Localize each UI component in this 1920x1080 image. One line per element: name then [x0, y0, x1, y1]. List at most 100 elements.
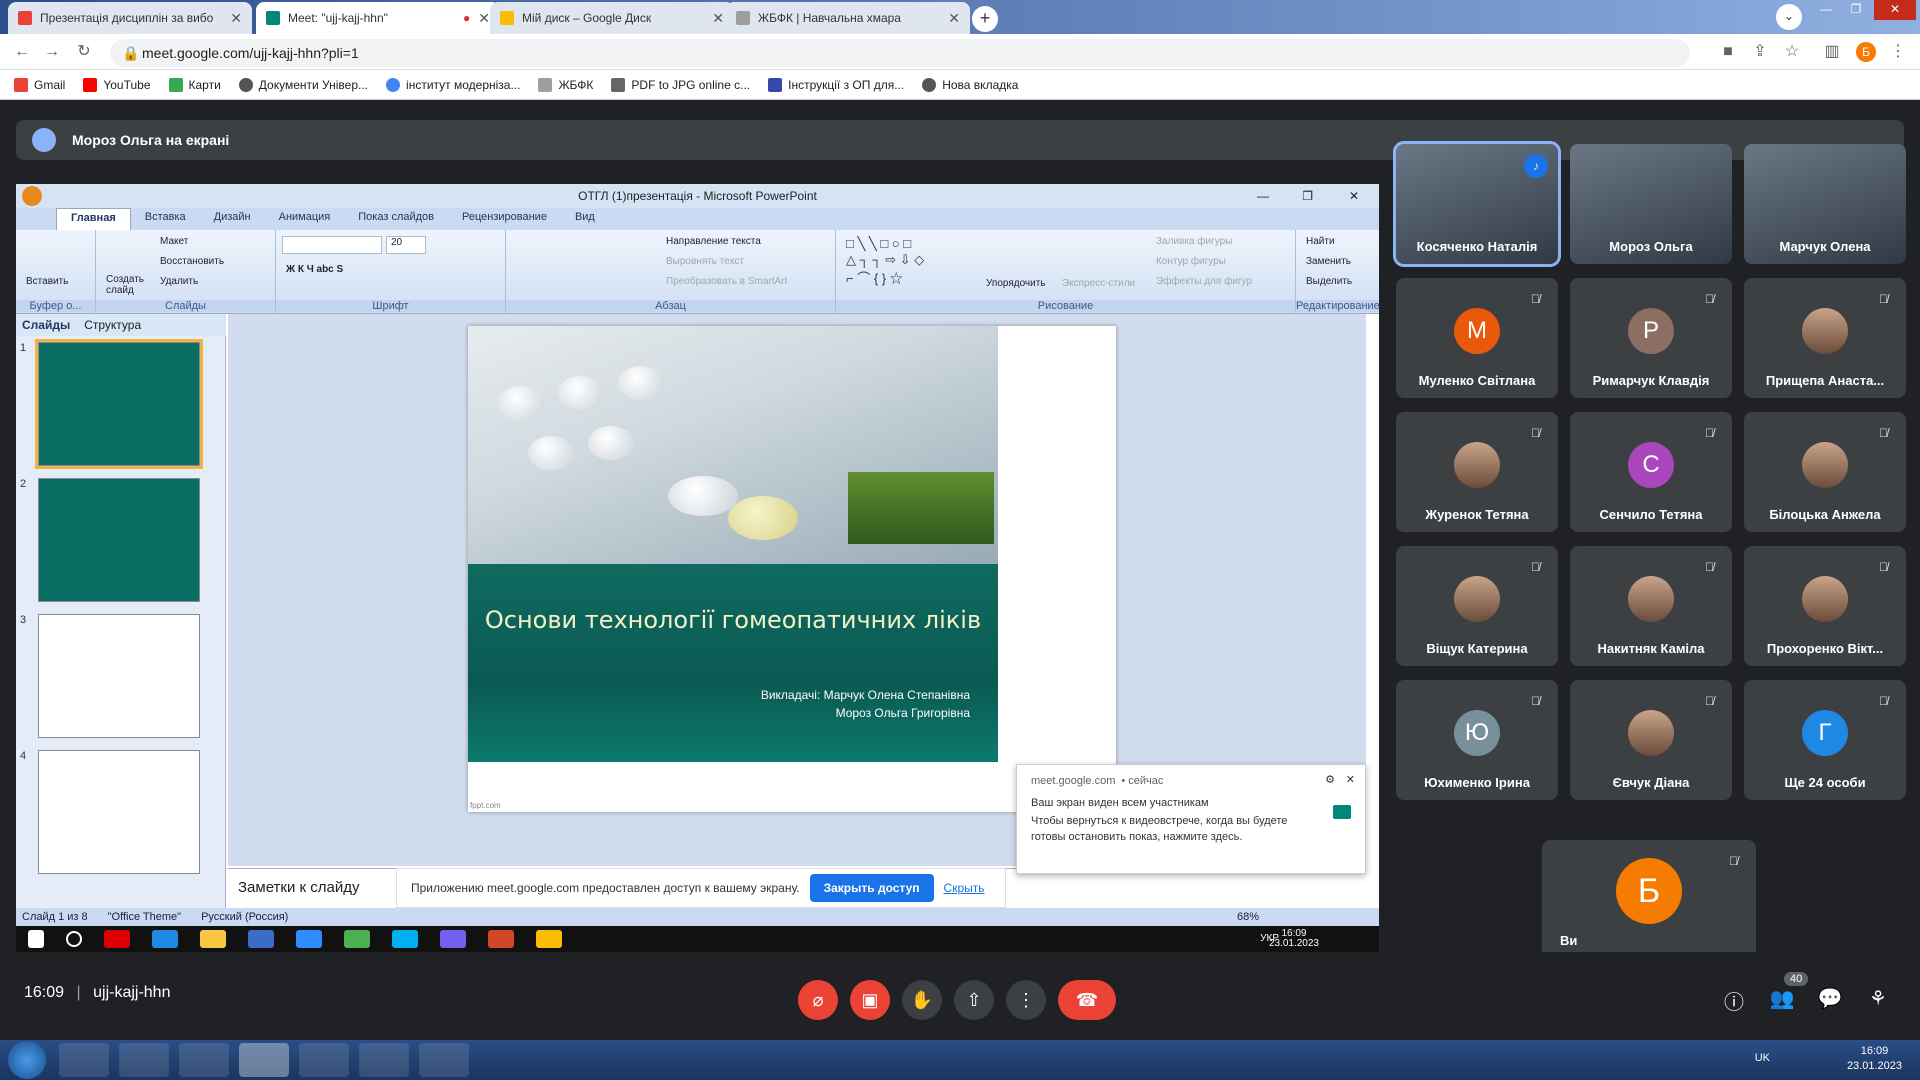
bookmark-instructions[interactable]: Інструкції з ОП для... [768, 77, 904, 92]
minimize-icon[interactable]: — [1810, 0, 1842, 20]
ribbon-tab-view[interactable]: Вид [561, 208, 609, 230]
bookmark-docs[interactable]: Документи Універ... [238, 77, 368, 92]
paste-button[interactable]: Вставить [26, 276, 68, 287]
new-tab-button[interactable]: + [972, 6, 998, 32]
participant-tile[interactable]: 🎙̸ Білоцька Анжела [1744, 412, 1906, 532]
participant-tile[interactable]: 🎙̸ Накитняк Каміла [1570, 546, 1732, 666]
reload-icon[interactable]: ↻ [74, 42, 94, 62]
close-icon[interactable]: ✕ [230, 10, 242, 27]
forward-icon[interactable]: → [42, 42, 62, 62]
close-icon[interactable]: ✕ [478, 10, 490, 27]
new-slide-button[interactable]: Создать слайд [106, 274, 146, 296]
screen-share-notification[interactable]: meet.google.com • сейчас ⚙ ✕ Ваш экран в… [1016, 764, 1366, 874]
office-button-icon[interactable] [22, 186, 42, 206]
bookmark-gmail[interactable]: Gmail [14, 77, 65, 92]
star-icon[interactable]: ☆ [1782, 42, 1802, 62]
self-tile[interactable]: Б Ви 🎙̸ [1542, 840, 1756, 960]
firefox-icon[interactable] [179, 1043, 229, 1077]
replace-button[interactable]: Заменить [1306, 256, 1351, 267]
restore-icon[interactable]: ❐ [1840, 0, 1872, 20]
share-icon[interactable]: ⇪ [1750, 42, 1770, 62]
ribbon-tab-insert[interactable]: Вставка [131, 208, 200, 230]
bookmark-institute[interactable]: інститут модерніза... [386, 77, 520, 92]
delete-button[interactable]: Удалить [160, 276, 198, 287]
participant-tile[interactable]: Р 🎙̸ Римарчук Клавдія [1570, 278, 1732, 398]
slide-thumbnail[interactable] [38, 478, 200, 602]
close-icon[interactable]: ✕ [1349, 184, 1359, 208]
select-button[interactable]: Выделить [1306, 276, 1352, 287]
activities-icon[interactable]: ⚘ [1864, 986, 1892, 1011]
ribbon-tab-home[interactable]: Главная [56, 208, 131, 230]
present-button[interactable]: ⇧ [954, 980, 994, 1020]
tab-drive[interactable]: Мій диск – Google Диск ✕ [490, 2, 734, 34]
participant-tile[interactable]: 🎙̸ Прищепа Анаста... [1744, 278, 1906, 398]
chrome-icon[interactable] [359, 1043, 409, 1077]
menu-icon[interactable]: ⋮ [1888, 42, 1908, 62]
url-input[interactable]: 🔒 meet.google.com/ujj-kajj-hhn?pli=1 [110, 39, 1690, 67]
status-zoom[interactable]: 68% [1237, 911, 1259, 923]
bookmark-zhbfk[interactable]: ЖБФК [538, 77, 593, 92]
participant-tile[interactable]: М 🎙̸ Муленко Світлана [1396, 278, 1558, 398]
bold-button[interactable]: Ж К Ч abc S [286, 264, 343, 275]
ribbon-tab-slideshow[interactable]: Показ слайдов [344, 208, 448, 230]
participant-tile[interactable]: 🎙̸ Євчук Діана [1570, 680, 1732, 800]
slide-thumbnail[interactable] [38, 750, 200, 874]
shapes-gallery[interactable]: □ ╲ ╲ □ ○ □ △ ┐ ┐ ⇨ ⇩ ◇ ⌐ ⌒ { } ☆ [846, 236, 924, 287]
participant-tile[interactable]: Мороз Ольга [1570, 144, 1732, 264]
explorer-icon[interactable] [59, 1043, 109, 1077]
start-button[interactable] [8, 1041, 46, 1079]
hide-button[interactable]: Скрыть [944, 881, 985, 895]
tab-meet[interactable]: Meet: "ujj-kajj-hhn" ● ✕ [256, 2, 500, 34]
mic-off-button[interactable]: ⌀ [798, 980, 838, 1020]
bookmark-youtube[interactable]: YouTube [83, 77, 151, 92]
info-icon[interactable]: ⓘ [1720, 986, 1748, 1015]
participant-tile[interactable]: Г 🎙̸ Ще 24 особи [1744, 680, 1906, 800]
participant-tile[interactable]: Ю 🎙̸ Юхименко Ірина [1396, 680, 1558, 800]
font-name-select[interactable] [282, 236, 382, 254]
back-icon[interactable]: ← [12, 42, 32, 62]
ribbon-tab-review[interactable]: Рецензирование [448, 208, 561, 230]
layout-button[interactable]: Макет [160, 236, 188, 247]
quick-styles-button[interactable]: Экспресс-стили [1062, 278, 1135, 289]
leave-call-button[interactable]: ☎ [1058, 980, 1116, 1020]
desktop-icon[interactable] [419, 1043, 469, 1077]
close-window-icon[interactable]: ✕ [1874, 0, 1916, 20]
ribbon-tab-animation[interactable]: Анимация [265, 208, 345, 230]
people-icon[interactable]: 👥 [1768, 986, 1796, 1011]
arrange-button[interactable]: Упорядочить [986, 278, 1046, 289]
slide[interactable]: Основи технології гомеопатичних ліків Ви… [468, 326, 1116, 812]
chrome-icon[interactable] [239, 1043, 289, 1077]
bookmark-pdf[interactable]: PDF to JPG online c... [611, 77, 750, 92]
stop-sharing-button[interactable]: Закрыть доступ [809, 874, 934, 902]
tab-slides[interactable]: Слайды [22, 318, 70, 332]
more-options-button[interactable]: ⋮ [1006, 980, 1046, 1020]
media-player-icon[interactable] [119, 1043, 169, 1077]
gear-icon[interactable]: ⚙ [1325, 773, 1335, 786]
align-text-button[interactable]: Выровнять текст [666, 256, 744, 267]
chat-icon[interactable]: 💬 [1816, 986, 1844, 1011]
raise-hand-button[interactable]: ✋ [902, 980, 942, 1020]
smartart-button[interactable]: Преобразовать в SmartArt [666, 276, 787, 287]
tab-cloud[interactable]: ЖБФК | Навчальна хмара ✕ [726, 2, 970, 34]
shape-outline-button[interactable]: Контур фигуры [1156, 256, 1226, 267]
participant-tile[interactable]: ♪ Косяченко Наталія [1393, 141, 1561, 267]
bookmark-maps[interactable]: Карти [168, 77, 221, 92]
participant-tile[interactable]: Марчук Олена [1744, 144, 1906, 264]
side-panel-icon[interactable]: ▥ [1822, 42, 1842, 62]
participant-tile[interactable]: С 🎙̸ Сенчило Тетяна [1570, 412, 1732, 532]
ribbon-tab-design[interactable]: Дизайн [200, 208, 265, 230]
text-direction-button[interactable]: Направление текста [666, 236, 761, 247]
tab-outline[interactable]: Структура [84, 318, 141, 332]
word-icon[interactable] [299, 1043, 349, 1077]
camera-icon[interactable]: ■ [1718, 42, 1738, 62]
tab-gmail[interactable]: Презентація дисциплін за вибо ✕ [8, 2, 252, 34]
shape-effects-button[interactable]: Эффекты для фигур [1156, 276, 1252, 287]
close-icon[interactable]: ✕ [712, 10, 724, 27]
language-indicator[interactable]: UK [1755, 1052, 1770, 1064]
close-icon[interactable]: ✕ [1346, 773, 1355, 786]
camera-off-button[interactable]: ▣ [850, 980, 890, 1020]
font-size-select[interactable]: 20 [386, 236, 426, 254]
slide-thumbnail[interactable] [35, 339, 203, 469]
participant-tile[interactable]: 🎙̸ Віщук Катерина [1396, 546, 1558, 666]
chevron-down-icon[interactable]: ⌄ [1776, 4, 1802, 30]
